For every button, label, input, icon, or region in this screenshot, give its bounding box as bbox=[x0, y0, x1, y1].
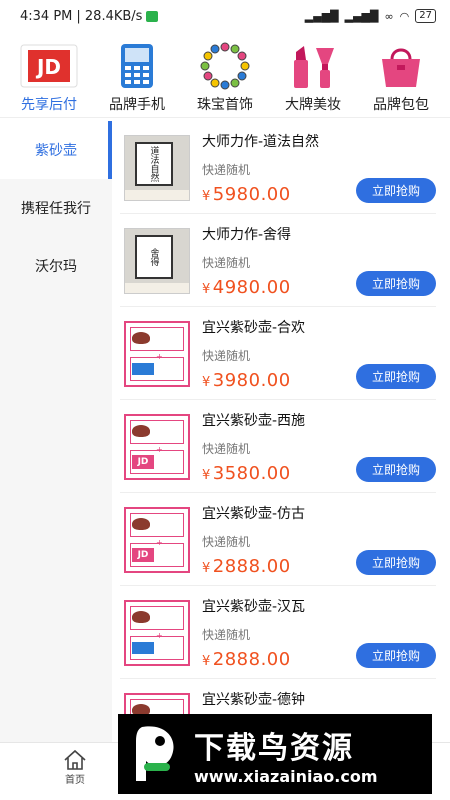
sidebar-item-label: 携程任我行 bbox=[21, 201, 91, 217]
product-name: 宜兴紫砂壶-仿古 bbox=[202, 506, 306, 522]
home-icon bbox=[64, 749, 86, 770]
category-label: 珠宝首饰 bbox=[197, 97, 253, 113]
calligraphy-frame: 道法自然 bbox=[135, 142, 173, 186]
product-thumbnail[interactable]: 舍得 bbox=[124, 228, 190, 294]
product-shipping: 快递随机 bbox=[202, 256, 251, 270]
sidebar: 紫砂壶 携程任我行 沃尔玛 bbox=[0, 121, 112, 742]
teapot-icon bbox=[132, 332, 150, 344]
product-thumbnail[interactable]: + JD bbox=[124, 507, 190, 573]
handbag-icon bbox=[372, 42, 430, 90]
product-price: ¥4980.00 bbox=[202, 277, 291, 298]
signal-icon: ▂▄▆█ bbox=[304, 9, 339, 23]
product-shipping: 快递随机 bbox=[202, 442, 251, 456]
phone-icon bbox=[108, 42, 166, 90]
notification-icon bbox=[146, 10, 159, 22]
product-list: 道法自然 大师力作-道法自然 快递随机 ¥5980.00 立即抢购 舍得 大师力… bbox=[112, 121, 450, 742]
category-jewelry[interactable]: 珠宝首饰 bbox=[182, 42, 268, 117]
buy-now-button[interactable]: 立即抢购 bbox=[356, 364, 436, 389]
card-icon bbox=[132, 363, 154, 375]
buy-now-button[interactable]: 立即抢购 bbox=[356, 643, 436, 668]
product-shipping: 快递随机 bbox=[202, 163, 251, 177]
buy-now-button[interactable]: 立即抢购 bbox=[356, 457, 436, 482]
watermark-title: 下载鸟资源 bbox=[194, 730, 354, 766]
product-name: 大师力作-道法自然 bbox=[202, 134, 320, 150]
category-phones[interactable]: 品牌手机 bbox=[94, 42, 180, 117]
product-shipping: 快递随机 bbox=[202, 535, 251, 549]
lipstick-icon bbox=[284, 42, 342, 90]
thumbnail-strip bbox=[125, 190, 189, 200]
category-label: 品牌包包 bbox=[373, 97, 429, 113]
signal-icon-2: ▂▄▆█ bbox=[344, 9, 379, 23]
sidebar-item-label: 紫砂壶 bbox=[35, 143, 77, 159]
necklace-icon bbox=[196, 42, 254, 90]
product-thumbnail[interactable]: 道法自然 bbox=[124, 135, 190, 201]
category-pay-later[interactable]: JD 先享后付 bbox=[6, 42, 92, 117]
main-content: 紫砂壶 携程任我行 沃尔玛 道法自然 大师力作-道法自然 快递随机 ¥5980.… bbox=[0, 121, 450, 742]
category-label: 先享后付 bbox=[21, 97, 77, 113]
teapot-icon bbox=[132, 425, 150, 437]
jd-card-icon: JD bbox=[20, 42, 78, 90]
product-name: 宜兴紫砂壶-德钟 bbox=[202, 692, 306, 708]
category-bar: JD 先享后付 品牌手机 珠宝首饰 大牌美妆 品牌包包 bbox=[0, 32, 450, 118]
bird-logo-icon bbox=[136, 726, 174, 781]
watermark-url: www.xiazainiao.com bbox=[194, 766, 378, 786]
product-thumbnail[interactable]: + JD bbox=[124, 414, 190, 480]
product-shipping: 快递随机 bbox=[202, 628, 251, 642]
thumbnail-strip bbox=[125, 283, 189, 293]
watermark: 下载鸟资源 www.xiazainiao.com bbox=[118, 714, 432, 794]
product-price: ¥3980.00 bbox=[202, 370, 291, 391]
product-price: ¥3580.00 bbox=[202, 463, 291, 484]
sidebar-item-walmart[interactable]: 沃尔玛 bbox=[0, 237, 112, 295]
product-shipping: 快递随机 bbox=[202, 349, 251, 363]
buy-now-button[interactable]: 立即抢购 bbox=[356, 178, 436, 203]
sidebar-item-ctrip[interactable]: 携程任我行 bbox=[0, 179, 112, 237]
product-thumbnail[interactable]: + bbox=[124, 321, 190, 387]
jd-logo-icon: JD bbox=[132, 455, 154, 469]
product-item[interactable]: + JD 宜兴紫砂壶-仿古 快递随机 ¥2888.00 立即抢购 bbox=[120, 493, 436, 586]
teapot-icon bbox=[132, 611, 150, 623]
product-item[interactable]: + 宜兴紫砂壶-汉瓦 快递随机 ¥2888.00 立即抢购 bbox=[120, 586, 436, 679]
product-item[interactable]: + 宜兴紫砂壶-合欢 快递随机 ¥3980.00 立即抢购 bbox=[120, 307, 436, 400]
buy-now-button[interactable]: 立即抢购 bbox=[356, 550, 436, 575]
sidebar-item-label: 沃尔玛 bbox=[35, 259, 77, 275]
category-cosmetics[interactable]: 大牌美妆 bbox=[270, 42, 356, 117]
status-speed: | 28.4KB/s bbox=[76, 8, 143, 24]
category-label: 大牌美妆 bbox=[285, 97, 341, 113]
product-price: ¥2888.00 bbox=[202, 556, 291, 577]
status-bar: 4:34 PM | 28.4KB/s ▂▄▆█ ▂▄▆█ ∞ ◠ 27 bbox=[0, 0, 450, 32]
buy-now-button[interactable]: 立即抢购 bbox=[356, 271, 436, 296]
product-price: ¥5980.00 bbox=[202, 184, 291, 205]
product-item[interactable]: 舍得 大师力作-舍得 快递随机 ¥4980.00 立即抢购 bbox=[120, 214, 436, 307]
tab-home-label: 首页 bbox=[65, 775, 85, 786]
product-item[interactable]: + JD 宜兴紫砂壶-西施 快递随机 ¥3580.00 立即抢购 bbox=[120, 400, 436, 493]
category-handbags[interactable]: 品牌包包 bbox=[358, 42, 444, 117]
status-time: 4:34 PM bbox=[20, 8, 73, 24]
product-item[interactable]: 道法自然 大师力作-道法自然 快递随机 ¥5980.00 立即抢购 bbox=[120, 121, 436, 214]
jd-logo-icon: JD bbox=[132, 548, 154, 562]
link-icon: ∞ bbox=[384, 9, 394, 23]
product-thumbnail[interactable]: + bbox=[124, 600, 190, 666]
product-price: ¥2888.00 bbox=[202, 649, 291, 670]
product-name: 大师力作-舍得 bbox=[202, 227, 292, 243]
sidebar-item-zisha[interactable]: 紫砂壶 bbox=[0, 121, 112, 179]
product-name: 宜兴紫砂壶-西施 bbox=[202, 413, 306, 429]
product-name: 宜兴紫砂壶-合欢 bbox=[202, 320, 306, 336]
category-label: 品牌手机 bbox=[109, 97, 165, 113]
svg-text:JD: JD bbox=[35, 55, 61, 79]
card-icon bbox=[132, 642, 154, 654]
product-name: 宜兴紫砂壶-汉瓦 bbox=[202, 599, 306, 615]
teapot-icon bbox=[132, 518, 150, 530]
calligraphy-frame: 舍得 bbox=[135, 235, 173, 279]
wifi-icon: ◠ bbox=[399, 9, 410, 23]
battery-icon: 27 bbox=[415, 9, 436, 23]
